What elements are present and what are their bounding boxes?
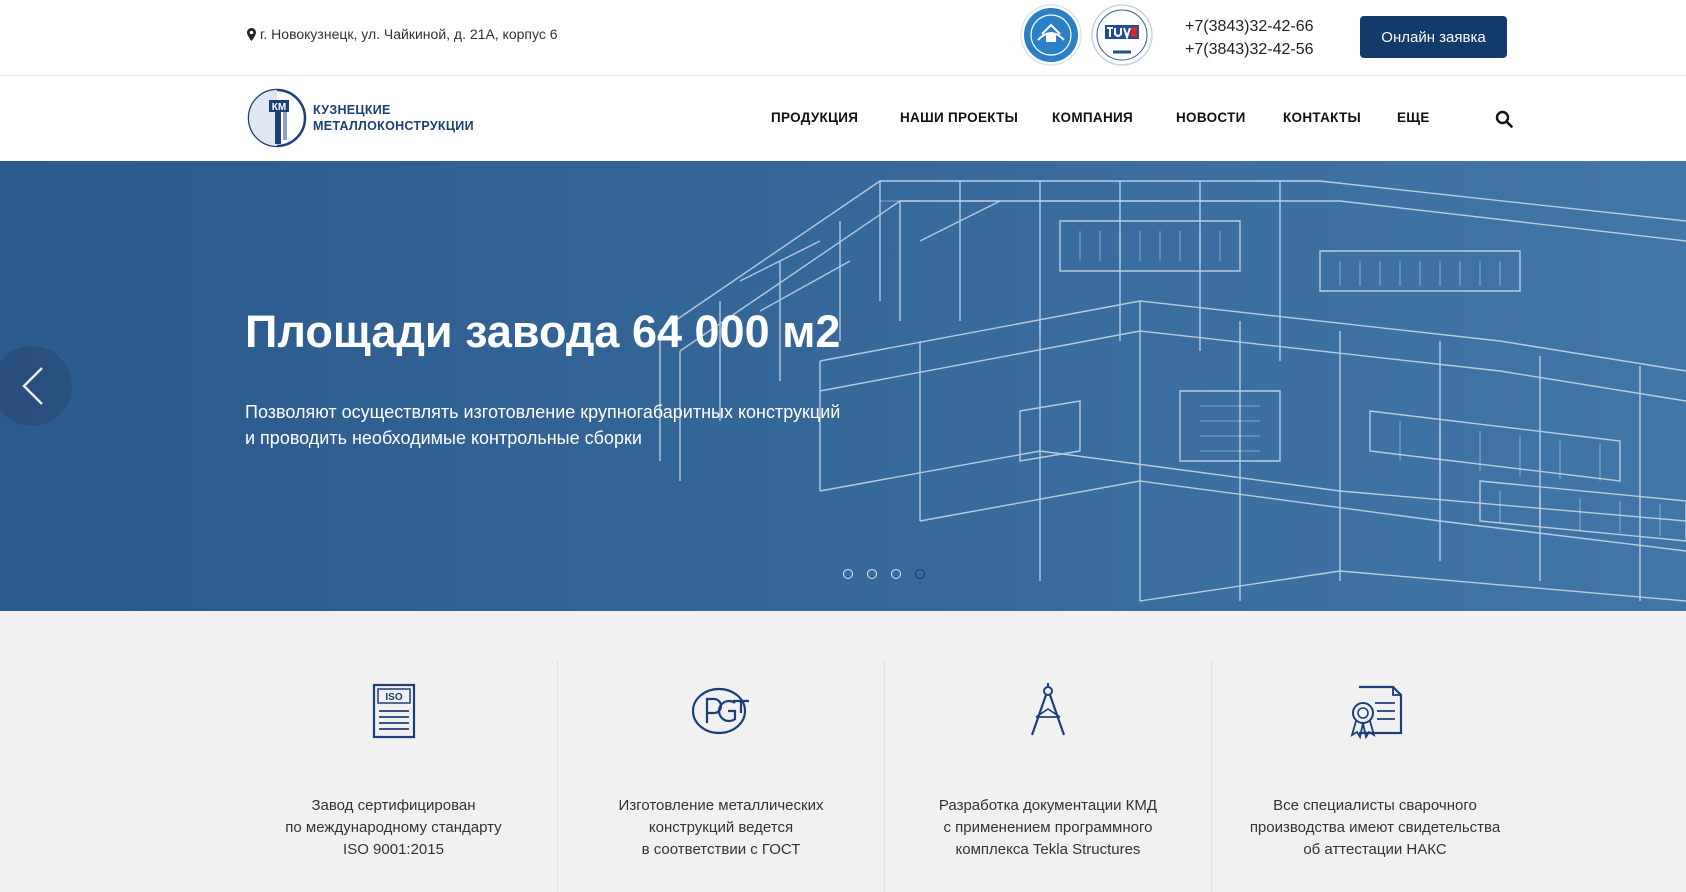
feature-line: Изготовление металлических (618, 797, 824, 814)
brand-line2: МЕТАЛЛОКОНСТРУКЦИИ (313, 119, 474, 133)
feature-text: Все специалисты сварочного производства … (1212, 795, 1538, 861)
feature-item: Все специалисты сварочного производства … (1211, 661, 1538, 892)
slider-prev-button[interactable] (0, 346, 72, 426)
top-bar: г. Новокузнецк, ул. Чайкиной, д. 21А, ко… (0, 0, 1686, 76)
iso-badge-text: ISO (385, 692, 402, 703)
gost-rst-icon (691, 687, 749, 735)
brand-line1: КУЗНЕЦКИЕ (313, 103, 391, 117)
features-section: ISO Завод сертифицирован по международно… (0, 611, 1686, 892)
feature-line: Завод сертифицирован (311, 797, 476, 814)
company-logo[interactable]: КМ КУЗНЕЦКИЕ МЕТАЛЛОКОНСТРУКЦИИ (247, 88, 474, 148)
feature-line: об аттестации НАКС (1303, 841, 1447, 858)
feature-line: Все специалисты сварочного (1273, 797, 1477, 814)
slider-dot[interactable] (891, 569, 901, 579)
hero-slider: Площади завода 64 000 м2 Позволяют осуще… (0, 161, 1686, 611)
feature-line: производства имеют свидетельства (1249, 819, 1501, 836)
address-text: г. Новокузнецк, ул. Чайкиной, д. 21А, ко… (260, 26, 558, 42)
chevron-left-icon (22, 367, 43, 405)
slider-dot[interactable] (867, 569, 877, 579)
address: г. Новокузнецк, ул. Чайкиной, д. 21А, ко… (247, 26, 558, 42)
hero-subtitle: Позволяют осуществлять изготовление круп… (245, 399, 885, 451)
blueprint-illustration (659, 180, 1686, 602)
feature-item: ISO Завод сертифицирован по международно… (230, 661, 557, 892)
nav-item-company[interactable]: КОМПАНИЯ (1052, 110, 1133, 125)
feature-item: Разработка документации КМД с применение… (884, 661, 1211, 892)
feature-line: комплекса Tekla Structures (955, 841, 1141, 858)
online-request-button[interactable]: Онлайн заявка (1360, 16, 1507, 58)
logo-mark-icon: КМ (247, 88, 307, 148)
nav-item-products[interactable]: ПРОДУКЦИЯ (771, 110, 858, 125)
feature-text: Завод сертифицирован по международному с… (230, 795, 557, 861)
feature-text: Разработка документации КМД с применение… (885, 795, 1211, 861)
logo-text: КУЗНЕЦКИЕ МЕТАЛЛОКОНСТРУКЦИИ (313, 102, 474, 134)
hero-subtitle-line: и проводить необходимые контрольные сбор… (245, 428, 642, 448)
slider-dot[interactable] (843, 569, 853, 579)
certification-seal-icon (1020, 4, 1082, 66)
search-icon[interactable] (1495, 110, 1513, 128)
map-pin-icon (247, 27, 256, 41)
nav-item-more[interactable]: ЕЩЕ (1397, 110, 1430, 125)
main-navbar: КМ КУЗНЕЦКИЕ МЕТАЛЛОКОНСТРУКЦИИ ПРОДУКЦИ… (0, 76, 1686, 161)
slider-dot-active[interactable] (915, 569, 925, 579)
feature-line: по международному стандарту (285, 819, 502, 836)
hero-subtitle-line: Позволяют осуществлять изготовление круп… (245, 402, 841, 422)
nav-item-projects[interactable]: НАШИ ПРОЕКТЫ (900, 110, 1018, 125)
feature-line: конструкций ведется (648, 819, 794, 836)
logo-letters: КМ (272, 102, 286, 113)
slider-dots (843, 569, 925, 579)
iso-document-icon: ISO (372, 683, 415, 739)
feature-line: Разработка документации КМД (938, 797, 1158, 814)
feature-text: Изготовление металлических конструкций в… (558, 795, 884, 861)
phone-number[interactable]: +7(3843)32-42-56 (1185, 38, 1314, 61)
feature-line: ISO 9001:2015 (343, 841, 444, 858)
phone-list: +7(3843)32-42-66 +7(3843)32-42-56 (1185, 15, 1314, 61)
nav-item-contacts[interactable]: КОНТАКТЫ (1283, 110, 1361, 125)
phone-number[interactable]: +7(3843)32-42-66 (1185, 15, 1314, 38)
hero-title: Площади завода 64 000 м2 (245, 306, 841, 357)
feature-line: с применением программного (943, 819, 1153, 836)
nav-item-news[interactable]: НОВОСТИ (1176, 110, 1246, 125)
feature-line: в соответствии с ГОСТ (641, 841, 801, 858)
feature-item: Изготовление металлических конструкций в… (557, 661, 884, 892)
tuv-certification-icon (1091, 4, 1153, 66)
certificate-icon (1350, 685, 1403, 740)
drafting-compass-icon (1030, 683, 1066, 736)
